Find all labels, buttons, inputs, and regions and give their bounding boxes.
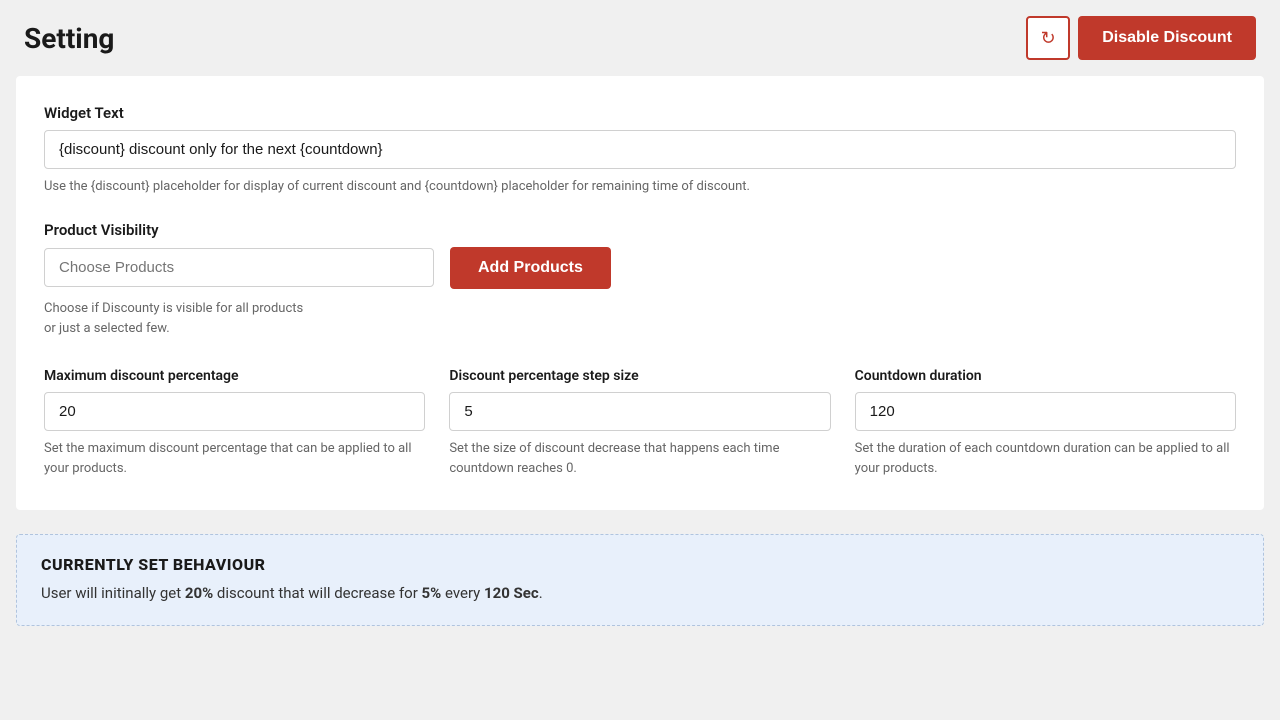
behaviour-discount-value: 20% [185,584,213,602]
product-visibility-label: Product Visibility [44,221,1236,239]
discount-step-input[interactable] [449,392,830,431]
refresh-icon: ↻ [1041,28,1056,49]
behaviour-step-value: 5% [422,584,442,602]
behaviour-duration-value: 120 Sec [484,584,539,602]
product-visibility-section: Product Visibility Add Products Choose i… [44,221,1236,341]
add-products-button[interactable]: Add Products [450,247,611,289]
discount-step-label: Discount percentage step size [449,368,830,384]
metrics-row: Maximum discount percentage Set the maxi… [44,368,1236,478]
behaviour-card: CURRENTLY SET BEHAVIOUR User will initin… [16,534,1264,626]
main-card: Widget Text Use the {discount} placehold… [16,76,1264,510]
discount-step-hint: Set the size of discount decrease that h… [449,439,830,478]
countdown-duration-field: Countdown duration Set the duration of e… [855,368,1236,478]
widget-text-section: Widget Text Use the {discount} placehold… [44,104,1236,197]
widget-text-hint: Use the {discount} placeholder for displ… [44,177,1236,197]
max-discount-field: Maximum discount percentage Set the maxi… [44,368,425,478]
behaviour-title: CURRENTLY SET BEHAVIOUR [41,555,1239,574]
max-discount-input[interactable] [44,392,425,431]
page-header: Setting ↻ Disable Discount [0,0,1280,76]
countdown-duration-hint: Set the duration of each countdown durat… [855,439,1236,478]
widget-text-input[interactable] [44,130,1236,169]
discount-step-field: Discount percentage step size Set the si… [449,368,830,478]
choose-products-input[interactable] [44,248,434,287]
disable-discount-button[interactable]: Disable Discount [1078,16,1256,60]
header-actions: ↻ Disable Discount [1026,16,1256,60]
product-visibility-hint: Choose if Discounty is visible for all p… [44,299,1236,341]
max-discount-hint: Set the maximum discount percentage that… [44,439,425,478]
countdown-duration-label: Countdown duration [855,368,1236,384]
behaviour-desc: User will initinally get 20% discount th… [41,582,1239,605]
page-title: Setting [24,22,114,55]
max-discount-label: Maximum discount percentage [44,368,425,384]
product-visibility-row: Add Products [44,247,1236,289]
refresh-button[interactable]: ↻ [1026,16,1070,60]
countdown-duration-input[interactable] [855,392,1236,431]
widget-text-label: Widget Text [44,104,1236,122]
